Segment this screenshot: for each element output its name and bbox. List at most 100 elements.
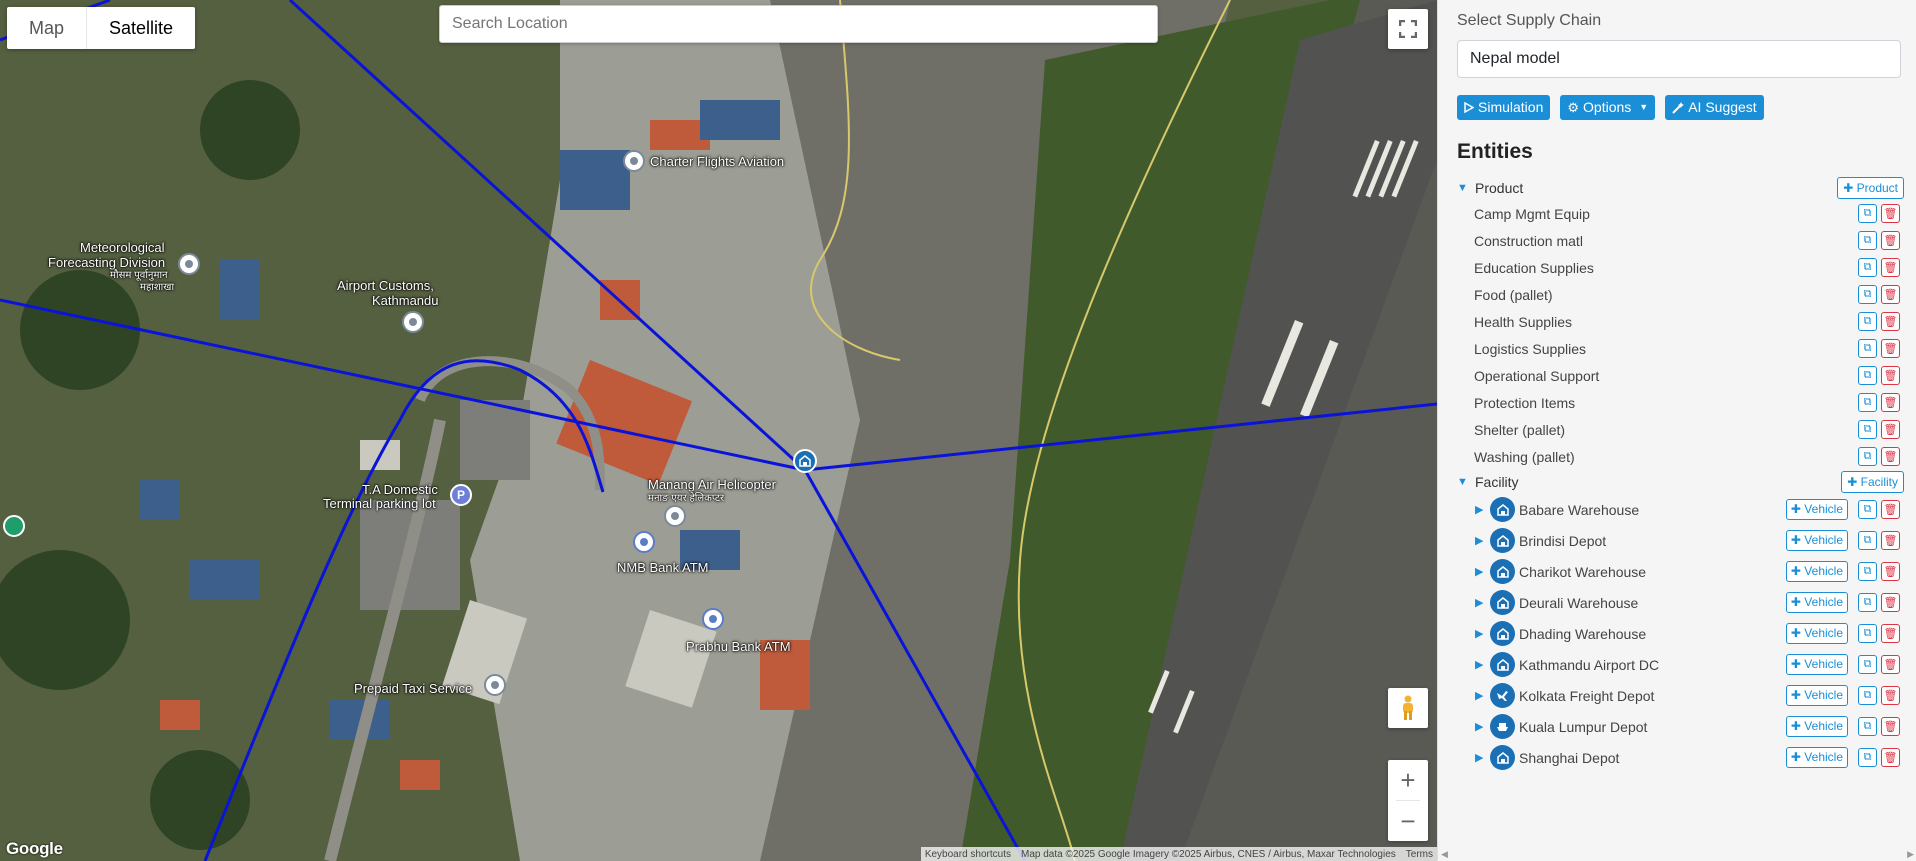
delete-facility-button[interactable]: 🗑	[1881, 531, 1900, 550]
terms-link[interactable]: Terms	[1406, 849, 1433, 860]
poi-pin-taxi[interactable]	[484, 674, 506, 696]
expand-caret-icon[interactable]: ▶	[1475, 503, 1490, 516]
search-location-input[interactable]: Search Location	[439, 5, 1158, 43]
add-vehicle-button[interactable]: ✚ Vehicle	[1785, 530, 1848, 551]
delete-product-button[interactable]: 🗑	[1881, 312, 1900, 331]
delete-product-button[interactable]: 🗑	[1881, 285, 1900, 304]
add-vehicle-button[interactable]: ✚ Vehicle	[1785, 561, 1848, 582]
product-row[interactable]: Washing (pallet) ⧉ 🗑	[1457, 443, 1906, 470]
delete-facility-button[interactable]: 🗑	[1881, 624, 1900, 643]
facility-marker-kathmandu[interactable]	[793, 449, 817, 473]
collapse-triangle-icon[interactable]: ▼	[1457, 476, 1475, 488]
facility-section-header[interactable]: ▼ Facility ✚ Facility	[1457, 470, 1906, 494]
product-row[interactable]: Health Supplies ⧉ 🗑	[1457, 308, 1906, 335]
delete-product-button[interactable]: 🗑	[1881, 231, 1900, 250]
copy-facility-button[interactable]: ⧉	[1858, 624, 1877, 643]
add-vehicle-button[interactable]: ✚ Vehicle	[1785, 685, 1848, 706]
copy-product-button[interactable]: ⧉	[1858, 366, 1877, 385]
expand-caret-icon[interactable]: ▶	[1475, 751, 1490, 764]
facility-row[interactable]: ▶ Kathmandu Airport DC ✚ Vehicle ⧉ 🗑	[1457, 649, 1906, 680]
copy-facility-button[interactable]: ⧉	[1858, 562, 1877, 581]
copy-product-button[interactable]: ⧉	[1858, 204, 1877, 223]
zoom-in-button[interactable]: +	[1388, 760, 1428, 800]
copy-product-button[interactable]: ⧉	[1858, 420, 1877, 439]
expand-caret-icon[interactable]: ▶	[1475, 596, 1490, 609]
copy-facility-button[interactable]: ⧉	[1858, 531, 1877, 550]
add-vehicle-button[interactable]: ✚ Vehicle	[1785, 499, 1848, 520]
options-dropdown-button[interactable]: ⚙ Options ▼	[1560, 95, 1656, 120]
add-vehicle-button[interactable]: ✚ Vehicle	[1785, 716, 1848, 737]
delete-facility-button[interactable]: 🗑	[1881, 686, 1900, 705]
copy-product-button[interactable]: ⧉	[1858, 393, 1877, 412]
currency-icon[interactable]	[3, 515, 25, 537]
facility-row[interactable]: ▶ Brindisi Depot ✚ Vehicle ⧉ 🗑	[1457, 525, 1906, 556]
facility-row[interactable]: ▶ Babare Warehouse ✚ Vehicle ⧉ 🗑	[1457, 494, 1906, 525]
delete-product-button[interactable]: 🗑	[1881, 204, 1900, 223]
collapse-triangle-icon[interactable]: ▼	[1457, 182, 1475, 194]
poi-pin-nmb[interactable]	[633, 531, 655, 553]
copy-facility-button[interactable]: ⧉	[1858, 593, 1877, 612]
delete-product-button[interactable]: 🗑	[1881, 447, 1900, 466]
product-row[interactable]: Protection Items ⧉ 🗑	[1457, 389, 1906, 416]
delete-facility-button[interactable]: 🗑	[1881, 655, 1900, 674]
expand-caret-icon[interactable]: ▶	[1475, 565, 1490, 578]
copy-product-button[interactable]: ⧉	[1858, 312, 1877, 331]
scroll-left-icon[interactable]: ◀	[1441, 849, 1448, 860]
facility-row[interactable]: ▶ Shanghai Depot ✚ Vehicle ⧉ 🗑	[1457, 742, 1906, 773]
map-type-map-button[interactable]: Map	[7, 7, 86, 49]
product-row[interactable]: Logistics Supplies ⧉ 🗑	[1457, 335, 1906, 362]
delete-product-button[interactable]: 🗑	[1881, 258, 1900, 277]
add-vehicle-button[interactable]: ✚ Vehicle	[1785, 747, 1848, 768]
expand-caret-icon[interactable]: ▶	[1475, 720, 1490, 733]
facility-row[interactable]: ▶ Dhading Warehouse ✚ Vehicle ⧉ 🗑	[1457, 618, 1906, 649]
poi-pin-customs[interactable]	[402, 311, 424, 333]
delete-product-button[interactable]: 🗑	[1881, 366, 1900, 385]
add-vehicle-button[interactable]: ✚ Vehicle	[1785, 592, 1848, 613]
expand-caret-icon[interactable]: ▶	[1475, 627, 1490, 640]
poi-pin-prabhu[interactable]	[702, 608, 724, 630]
product-row[interactable]: Construction matl ⧉ 🗑	[1457, 227, 1906, 254]
poi-pin-charter[interactable]	[623, 150, 645, 172]
copy-facility-button[interactable]: ⧉	[1858, 748, 1877, 767]
keyboard-shortcuts-link[interactable]: Keyboard shortcuts	[925, 849, 1011, 860]
add-product-button[interactable]: ✚ Product	[1837, 177, 1904, 199]
poi-pin-meteorological[interactable]	[178, 253, 200, 275]
copy-product-button[interactable]: ⧉	[1858, 339, 1877, 358]
scroll-right-icon[interactable]: ▶	[1907, 849, 1914, 860]
copy-product-button[interactable]: ⧉	[1858, 447, 1877, 466]
delete-facility-button[interactable]: 🗑	[1881, 500, 1900, 519]
product-row[interactable]: Shelter (pallet) ⧉ 🗑	[1457, 416, 1906, 443]
supply-chain-select[interactable]: Nepal model	[1457, 40, 1901, 78]
zoom-out-button[interactable]: −	[1388, 801, 1428, 841]
facility-row[interactable]: ▶ Charikot Warehouse ✚ Vehicle ⧉ 🗑	[1457, 556, 1906, 587]
add-vehicle-button[interactable]: ✚ Vehicle	[1785, 623, 1848, 644]
expand-caret-icon[interactable]: ▶	[1475, 534, 1490, 547]
add-vehicle-button[interactable]: ✚ Vehicle	[1785, 654, 1848, 675]
delete-product-button[interactable]: 🗑	[1881, 339, 1900, 358]
delete-facility-button[interactable]: 🗑	[1881, 717, 1900, 736]
product-section-header[interactable]: ▼ Product ✚ Product	[1457, 176, 1906, 200]
simulation-button[interactable]: Simulation	[1457, 95, 1551, 120]
expand-caret-icon[interactable]: ▶	[1475, 658, 1490, 671]
add-facility-button[interactable]: ✚ Facility	[1841, 471, 1904, 493]
facility-row[interactable]: ▶ Deurali Warehouse ✚ Vehicle ⧉ 🗑	[1457, 587, 1906, 618]
delete-product-button[interactable]: 🗑	[1881, 393, 1900, 412]
delete-facility-button[interactable]: 🗑	[1881, 593, 1900, 612]
delete-facility-button[interactable]: 🗑	[1881, 562, 1900, 581]
copy-product-button[interactable]: ⧉	[1858, 285, 1877, 304]
satellite-map[interactable]: P Charter Flights Aviation Meteorologica…	[0, 0, 1437, 861]
copy-facility-button[interactable]: ⧉	[1858, 717, 1877, 736]
fullscreen-button[interactable]	[1388, 9, 1428, 49]
copy-product-button[interactable]: ⧉	[1858, 258, 1877, 277]
product-row[interactable]: Operational Support ⧉ 🗑	[1457, 362, 1906, 389]
facility-row[interactable]: ▶ Kolkata Freight Depot ✚ Vehicle ⧉ 🗑	[1457, 680, 1906, 711]
copy-facility-button[interactable]: ⧉	[1858, 655, 1877, 674]
expand-caret-icon[interactable]: ▶	[1475, 689, 1490, 702]
ai-suggest-button[interactable]: AI Suggest	[1665, 95, 1764, 120]
delete-product-button[interactable]: 🗑	[1881, 420, 1900, 439]
street-view-pegman-button[interactable]	[1388, 688, 1428, 728]
facility-row[interactable]: ▶ Kuala Lumpur Depot ✚ Vehicle ⧉ 🗑	[1457, 711, 1906, 742]
copy-product-button[interactable]: ⧉	[1858, 231, 1877, 250]
parking-icon[interactable]: P	[450, 484, 472, 506]
product-row[interactable]: Food (pallet) ⧉ 🗑	[1457, 281, 1906, 308]
